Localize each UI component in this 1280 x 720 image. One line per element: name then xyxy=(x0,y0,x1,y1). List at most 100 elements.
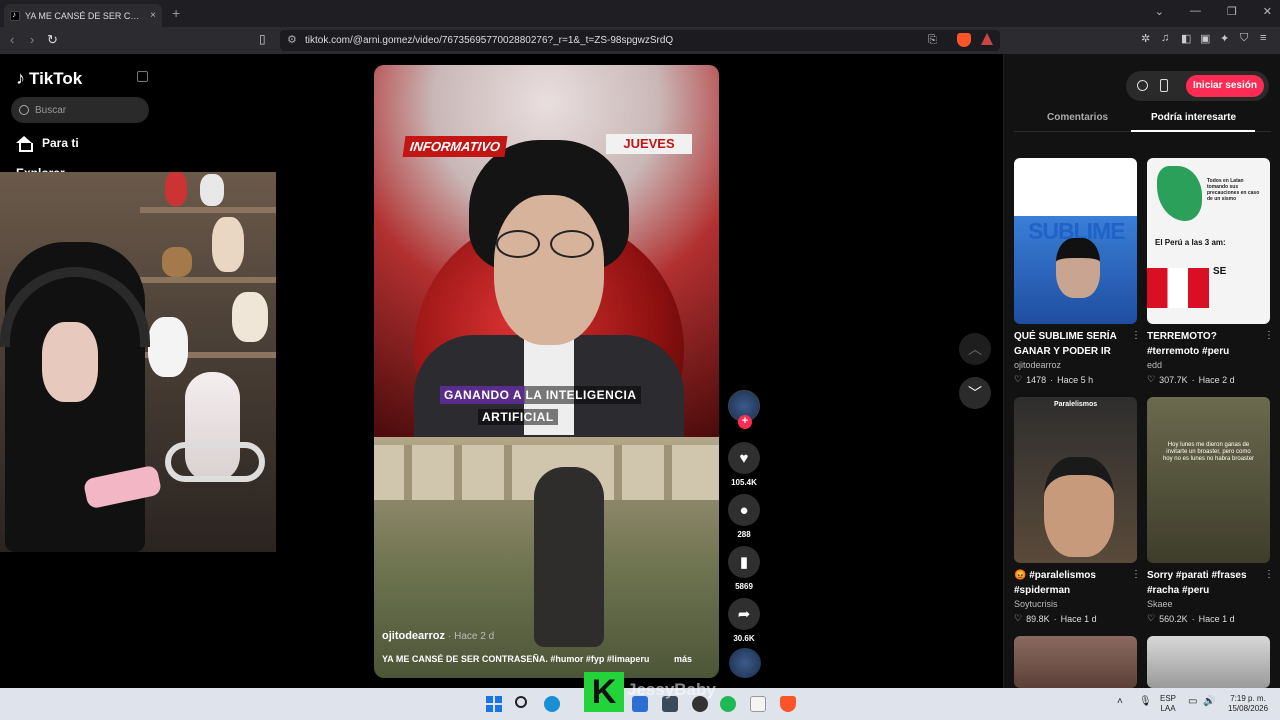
recommended-card[interactable]: Todos en Latan tomando sus precauciones … xyxy=(1147,158,1274,385)
card-author[interactable]: edd xyxy=(1147,360,1270,370)
leo-ai-icon[interactable]: ✦ xyxy=(1220,32,1229,45)
next-video-button[interactable]: ﹀ xyxy=(959,377,991,409)
network-icon[interactable]: ▭ xyxy=(1188,697,1197,707)
browser-tab-bar: YA ME CANSÉ DE SER CONTRASEÑA × + ⌄ — ❐ … xyxy=(0,0,1280,27)
more-options-icon[interactable]: ⋮ xyxy=(1264,569,1274,580)
card-likes: 1478 xyxy=(1026,374,1047,385)
video-author[interactable]: ojitodearroz xyxy=(382,630,445,642)
previous-video-button[interactable]: ︿ xyxy=(959,333,991,365)
tab-search-icon[interactable]: ⌄ xyxy=(1155,5,1164,18)
building-pillar xyxy=(614,445,622,500)
tab-recommended[interactable]: Podría interesarte xyxy=(1151,112,1236,123)
follow-button[interactable]: + xyxy=(738,415,752,429)
menu-icon[interactable]: ≡ xyxy=(1260,32,1266,44)
action-column: + ♥ 105.4K ● 288 ▮ 5869 ➦ 30.6K xyxy=(728,390,762,643)
address-bar[interactable]: ⚙ tiktok.com/@arni.gomez/video/767356957… xyxy=(280,30,1000,51)
edge-icon[interactable] xyxy=(544,696,560,712)
brave-taskbar-icon[interactable] xyxy=(780,696,796,712)
file-icon[interactable] xyxy=(750,696,766,712)
clock[interactable]: 7:19 p. m. 15/08/2026 xyxy=(1228,694,1268,714)
translate-icon[interactable]: ⎘ xyxy=(928,34,937,47)
card-stats: ♡ 307.7K · Hace 2 d xyxy=(1147,374,1270,385)
comment-button[interactable]: ● xyxy=(728,494,760,526)
taskbar-search-icon[interactable] xyxy=(515,696,527,708)
host-face xyxy=(494,195,604,345)
more-options-icon[interactable]: ⋮ xyxy=(1131,569,1141,580)
recommended-card[interactable]: Hoy lunes me dieron ganas de invitarte u… xyxy=(1147,397,1274,624)
brave-shields-icon[interactable] xyxy=(957,33,971,47)
compass-icon[interactable] xyxy=(1137,80,1148,91)
more-options-icon[interactable]: ⋮ xyxy=(1131,330,1141,341)
music-disc-avatar[interactable] xyxy=(729,648,761,678)
vpn-shield-icon[interactable]: ⛉ xyxy=(1240,32,1248,45)
nav-for-you[interactable]: Para ti xyxy=(16,136,79,152)
maximize-button[interactable]: ❐ xyxy=(1227,5,1237,18)
recommended-card[interactable]: SUBLIME QUÉ SUBLIME SERÍA GANAR Y PODER … xyxy=(1014,158,1141,385)
card-thumbnail[interactable]: SUBLIME xyxy=(1014,158,1137,324)
streamer-face xyxy=(42,322,98,402)
back-arrow-icon[interactable]: ‹ xyxy=(10,32,14,47)
like-button[interactable]: ♥ xyxy=(728,442,760,474)
sidebar-icon[interactable]: ◧ xyxy=(1181,32,1191,45)
card-dot: · xyxy=(1050,374,1054,385)
volume-icon[interactable]: 🔊 xyxy=(1203,697,1215,707)
browser-tab[interactable]: YA ME CANSÉ DE SER CONTRASEÑA × xyxy=(4,4,162,27)
card-author[interactable]: Soytucrisis xyxy=(1014,599,1137,609)
webcam-overlay xyxy=(0,172,276,552)
card-author[interactable]: ojitodearroz xyxy=(1014,360,1137,370)
media-icon[interactable]: ♫ xyxy=(1161,32,1169,44)
share-button[interactable]: ➦ xyxy=(728,598,760,630)
card-author[interactable]: Skaee xyxy=(1147,599,1270,609)
card-dot: · xyxy=(1053,613,1057,624)
recommended-card[interactable] xyxy=(1147,636,1270,688)
reload-icon[interactable]: ↻ xyxy=(47,32,58,48)
forward-arrow-icon[interactable]: › xyxy=(30,32,34,47)
comment-icon: ● xyxy=(739,501,749,519)
wallet-icon[interactable]: ▣ xyxy=(1200,32,1210,45)
peru-flag xyxy=(1147,268,1209,308)
spotify-icon[interactable] xyxy=(720,696,736,712)
ukulele xyxy=(162,247,192,277)
search-input[interactable] xyxy=(35,104,135,116)
active-tab-indicator xyxy=(1131,130,1255,132)
bookmark-icon[interactable]: ▯ xyxy=(259,32,266,46)
thumb-text: Hoy lunes me dieron ganas de invitarte u… xyxy=(1162,442,1255,462)
site-info-icon[interactable]: ⚙ xyxy=(287,33,297,46)
thumb-text: Todos en Latan tomando sus precauciones … xyxy=(1207,178,1260,202)
video-player[interactable]: INFORMATIVO JUEVES GANANDO A LA INTELIGE… xyxy=(374,65,719,678)
video-caption-line2: ARTIFICIAL xyxy=(478,409,558,425)
login-button[interactable]: Iniciar sesión xyxy=(1186,75,1264,97)
clock-time: 7:19 p. m. xyxy=(1230,694,1266,703)
card-likes: 89.8K xyxy=(1026,613,1050,624)
mic-tray-icon[interactable]: 🎙 xyxy=(1139,697,1152,707)
tab-comments[interactable]: Comentarios xyxy=(1047,112,1108,123)
mobile-app-icon[interactable] xyxy=(1160,79,1168,92)
card-thumbnail[interactable] xyxy=(1014,636,1137,688)
minimize-button[interactable]: — xyxy=(1190,5,1201,18)
brave-rewards-icon[interactable] xyxy=(981,33,993,45)
creator-avatar[interactable]: + xyxy=(728,390,760,429)
save-button[interactable]: ▮ xyxy=(728,546,760,578)
card-thumbnail[interactable]: Hoy lunes me dieron ganas de invitarte u… xyxy=(1147,397,1270,563)
recommended-card[interactable] xyxy=(1014,636,1137,688)
tab-close-icon[interactable]: × xyxy=(150,10,156,21)
close-window-button[interactable]: ✕ xyxy=(1263,5,1272,18)
thumb-face xyxy=(1044,457,1114,557)
tiktok-logo[interactable]: ♪ TikTok xyxy=(16,68,82,89)
tiktok-favicon-icon xyxy=(10,10,20,21)
collapse-sidebar-icon[interactable] xyxy=(137,71,148,82)
card-thumbnail[interactable] xyxy=(1147,636,1270,688)
language-indicator[interactable]: ESP LAA xyxy=(1160,694,1176,714)
more-link[interactable]: más xyxy=(674,654,692,664)
search-box[interactable] xyxy=(11,97,149,123)
right-panel: Iniciar sesión Comentarios Podría intere… xyxy=(1003,54,1280,688)
more-options-icon[interactable]: ⋮ xyxy=(1264,330,1274,341)
extensions-icon[interactable]: ✲ xyxy=(1141,32,1150,45)
recommended-card[interactable]: Paralelismos 😡 #paralelismos #spiderman … xyxy=(1014,397,1141,624)
tray-chevron-up-icon[interactable]: ˄ xyxy=(1117,697,1123,707)
start-windows-icon[interactable] xyxy=(486,696,502,712)
new-tab-button[interactable]: + xyxy=(172,5,180,21)
heart-icon: ♥ xyxy=(739,449,749,467)
card-thumbnail[interactable]: Paralelismos xyxy=(1014,397,1137,563)
card-thumbnail[interactable]: Todos en Latan tomando sus precauciones … xyxy=(1147,158,1270,324)
